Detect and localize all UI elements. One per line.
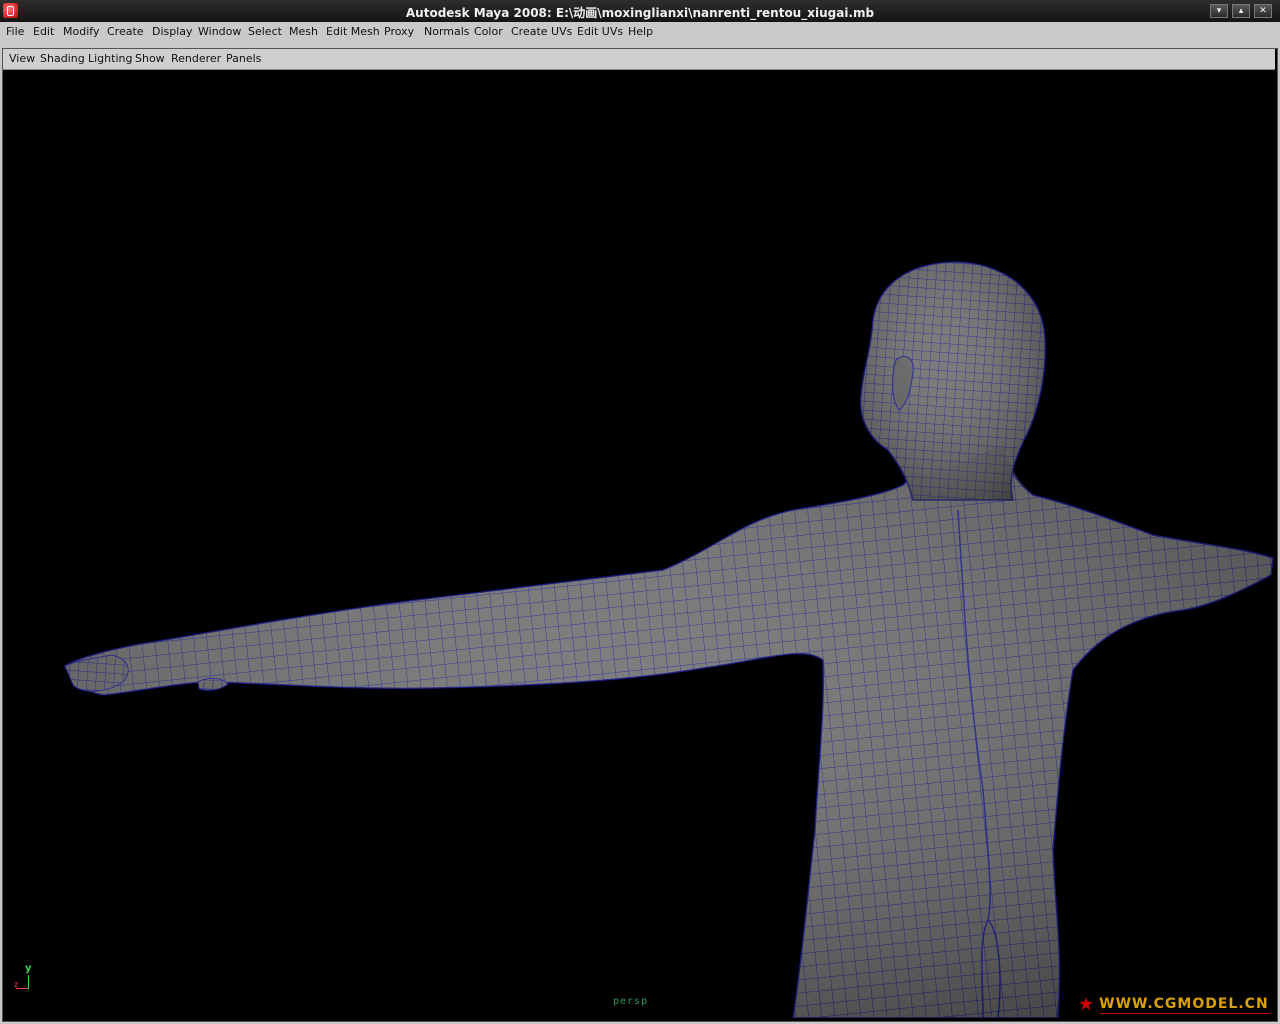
menu-edit[interactable]: Edit <box>33 25 54 38</box>
menu-help[interactable]: Help <box>628 25 653 38</box>
panel-menu-view[interactable]: View <box>9 52 35 65</box>
panel-menubar: View Shading Lighting Show Renderer Pane… <box>3 49 1275 70</box>
menu-normals[interactable]: Normals <box>424 25 470 38</box>
panel-menu-lighting[interactable]: Lighting <box>88 52 132 65</box>
watermark-text: WWW.CGMODEL.CN <box>1099 996 1269 1012</box>
menu-proxy[interactable]: Proxy <box>384 25 414 38</box>
axis-y-line <box>28 975 29 989</box>
menu-create-uvs[interactable]: Create UVs <box>511 25 572 38</box>
panel-menu-panels[interactable]: Panels <box>226 52 261 65</box>
axis-y-label: y <box>25 963 32 974</box>
panel-menu-show[interactable]: Show <box>135 52 165 65</box>
menu-display[interactable]: Display <box>152 25 193 38</box>
maximize-button[interactable]: ▴ <box>1232 4 1250 18</box>
menu-file[interactable]: File <box>6 25 24 38</box>
panel-menu-shading[interactable]: Shading <box>40 52 85 65</box>
menu-color[interactable]: Color <box>474 25 503 38</box>
menu-edit-uvs[interactable]: Edit UVs <box>577 25 623 38</box>
camera-name-label: persp <box>613 996 649 1007</box>
maya-window: Autodesk Maya 2008: E:\动画\moxinglianxi\n… <box>0 0 1280 1024</box>
human-mesh-model[interactable] <box>3 70 1275 1018</box>
window-title: Autodesk Maya 2008: E:\动画\moxinglianxi\n… <box>405 6 875 20</box>
perspective-viewport[interactable] <box>3 70 1275 1018</box>
star-icon: ★ <box>1078 994 1096 1015</box>
axis-z-label: z <box>14 980 19 989</box>
panel-menu-renderer[interactable]: Renderer <box>171 52 221 65</box>
title-bar[interactable]: Autodesk Maya 2008: E:\动画\moxinglianxi\n… <box>0 0 1280 22</box>
watermark: ★ WWW.CGMODEL.CN <box>1078 994 1269 1015</box>
close-button[interactable]: ✕ <box>1254 4 1272 18</box>
menu-modify[interactable]: Modify <box>63 25 99 38</box>
minimize-button[interactable]: ▾ <box>1210 4 1228 18</box>
menu-edit-mesh[interactable]: Edit Mesh <box>326 25 380 38</box>
watermark-underline <box>1100 1013 1270 1014</box>
menu-mesh[interactable]: Mesh <box>289 25 318 38</box>
menu-window[interactable]: Window <box>198 25 241 38</box>
menu-select[interactable]: Select <box>248 25 282 38</box>
menu-create[interactable]: Create <box>107 25 144 38</box>
main-menubar: File Edit Modify Create Display Window S… <box>0 22 1280 45</box>
